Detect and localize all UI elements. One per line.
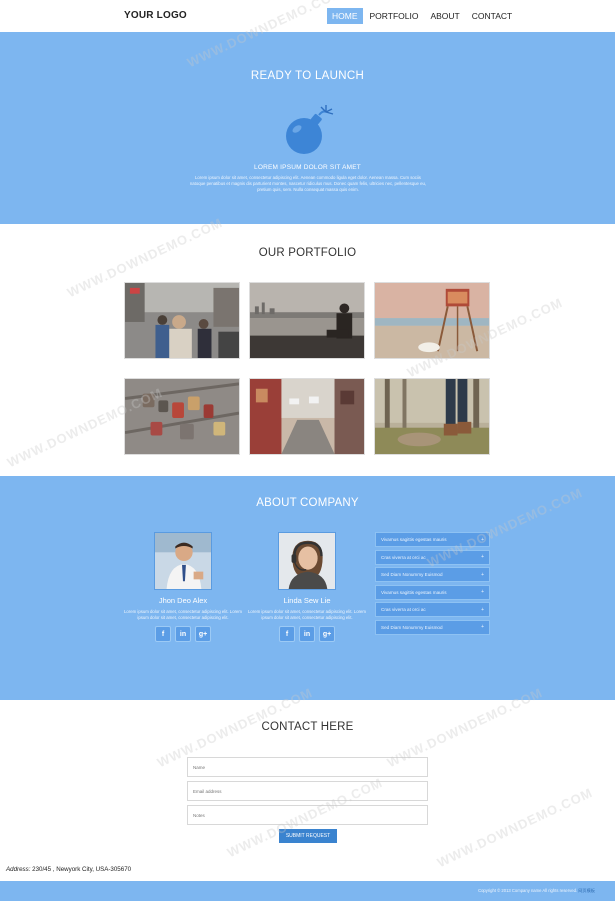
accordion-item-label: Cras viverra at orci ac — [381, 554, 426, 560]
site-header: YOUR LOGO HOME PORTFOLIO ABOUT CONTACT — [0, 0, 615, 32]
plus-icon: + — [481, 536, 484, 543]
plus-icon: + — [481, 554, 484, 560]
forest-boots-photo[interactable] — [374, 378, 490, 455]
name-field[interactable] — [187, 757, 428, 777]
about-section: ABOUT COMPANY Jhon Deo Alex Lorem ipsum … — [0, 476, 615, 700]
email-field[interactable] — [187, 781, 428, 801]
narrow-street-photo[interactable] — [249, 378, 365, 455]
member-name: Jhon Deo Alex — [158, 596, 208, 605]
member-bio: Lorem ipsum dolor sit amet, consectetur … — [248, 609, 366, 620]
member-name: Linda Sew Lie — [283, 596, 331, 605]
accordion-item[interactable]: Sed Diam Nonummy Euismod + — [375, 567, 490, 582]
site-footer: Copyright © 2013 Company name All rights… — [0, 881, 615, 901]
city-waterfront-photo[interactable] — [249, 282, 365, 359]
member-bio: Lorem ipsum dolor sit amet, consectetur … — [124, 609, 242, 620]
nav-about[interactable]: ABOUT — [425, 8, 464, 24]
nav-contact[interactable]: CONTACT — [467, 8, 517, 24]
linkedin-icon[interactable]: in — [175, 626, 191, 642]
accordion-item[interactable]: Vivamus sagittis egestas mauris + — [375, 532, 490, 547]
accordion-item-label: Sed Diam Nonummy Euismod — [381, 572, 443, 577]
accordion-item-label: Cras viverra at orci ac — [381, 607, 426, 612]
site-logo[interactable]: YOUR LOGO — [124, 10, 187, 21]
google-plus-icon[interactable]: g+ — [319, 626, 335, 642]
contact-title: CONTACT HERE — [261, 721, 354, 733]
love-locks-photo[interactable] — [124, 378, 240, 455]
facebook-icon[interactable]: f — [155, 626, 171, 642]
portfolio-title: OUR PORTFOLIO — [258, 247, 357, 259]
nav-portfolio[interactable]: PORTFOLIO — [365, 8, 424, 24]
accordion-item-label: Vivamus sagittis egestas mauris — [381, 537, 447, 542]
accordion-item-label: Sed Diam Nonummy Euismod — [381, 624, 443, 630]
about-title: ABOUT COMPANY — [256, 497, 359, 509]
nav-home[interactable]: HOME — [327, 8, 363, 24]
team-member-card: Linda Sew Lie Lorem ipsum dolor sit amet… — [242, 532, 372, 642]
copyright-label: Copyright © 2013 Company name All rights… — [478, 888, 578, 893]
hero-section: READY TO LAUNCH LOREM IPSUM DOLOR SIT AM… — [0, 32, 615, 224]
accordion-item-label: Vivamus sagittis egestas mauris — [381, 589, 447, 595]
plus-icon: + — [481, 624, 484, 630]
submit-request-button[interactable]: SUBMIT REQUEST — [279, 829, 337, 843]
social-links: f in g+ — [242, 626, 372, 642]
address-line: Address: 230/45 , Newyork City, USA-3056… — [6, 866, 131, 873]
watermark: WWW.DOWNDEMO.COM — [434, 784, 596, 871]
footer-link[interactable]: 网页模板 — [578, 888, 595, 893]
facebook-icon[interactable]: f — [279, 626, 295, 642]
plus-icon: + — [481, 571, 484, 578]
plus-icon: + — [481, 606, 484, 613]
linkedin-icon[interactable]: in — [299, 626, 315, 642]
accordion-item[interactable]: Cras viverra at orci ac + — [375, 602, 490, 617]
copyright-text: Copyright © 2013 Company name All rights… — [478, 888, 595, 894]
hero-subtitle: LOREM IPSUM DOLOR SIT AMET — [254, 164, 361, 171]
main-nav: HOME PORTFOLIO ABOUT CONTACT — [327, 8, 519, 24]
hero-title: READY TO LAUNCH — [250, 70, 365, 82]
avatar — [278, 532, 336, 590]
lifeguard-tower-photo[interactable] — [374, 282, 490, 359]
plus-icon: + — [481, 589, 484, 595]
team-member-card: Jhon Deo Alex Lorem ipsum dolor sit amet… — [118, 532, 248, 642]
notes-field[interactable] — [187, 805, 428, 825]
google-plus-icon[interactable]: g+ — [195, 626, 211, 642]
social-links: f in g+ — [118, 626, 248, 642]
address-label: Address: — [6, 866, 31, 873]
accordion-item[interactable]: Cras viverra at orci ac + — [375, 549, 490, 565]
bomb-icon — [286, 105, 334, 154]
address-value: 230/45 , Newyork City, USA-305670 — [30, 866, 132, 873]
street-crowd-photo[interactable] — [124, 282, 240, 359]
accordion-item[interactable]: Vivamus sagittis egestas mauris + — [375, 584, 490, 600]
accordion-item[interactable]: Sed Diam Nonummy Euismod + — [375, 619, 490, 635]
avatar — [154, 532, 212, 590]
hero-description: Lorem ipsum dolor sit amet, consectetur … — [189, 175, 427, 192]
faq-accordion: Vivamus sagittis egestas mauris + Cras vi… — [375, 532, 490, 637]
